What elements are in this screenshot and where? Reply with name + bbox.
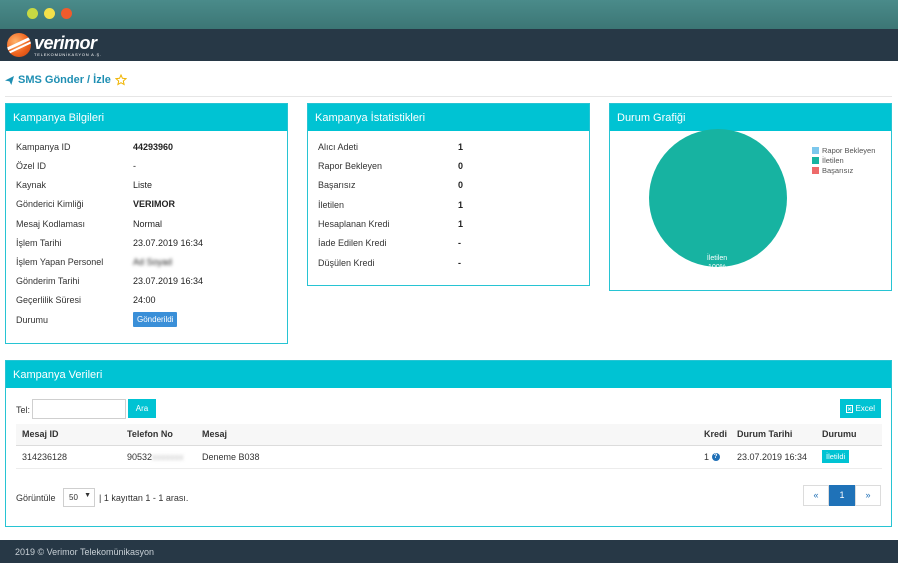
question-circle-icon[interactable]: ? [711,453,720,462]
tel-label: Tel: [16,405,31,415]
chart-legend: Rapor Bekleyen İletilen Başarısız [812,145,875,175]
legend-item[interactable]: Rapor Bekleyen [812,145,875,155]
window-chrome [0,0,898,29]
status-badge: İletildi [822,450,850,463]
legend-swatch [812,146,819,154]
phone-cell: 90532xxxxxxx [121,445,196,469]
status-chart-panel: Durum Grafiği İletilen 100% Rapor Bekley… [609,103,892,291]
message-id-cell: 314236128 [16,445,121,469]
pie-slice-iletilen[interactable] [649,129,787,267]
column-header[interactable]: Mesaj [196,424,698,446]
star-favorite-icon[interactable] [114,74,127,86]
tel-search-input[interactable] [32,399,126,419]
campaign-data-panel: Kampanya Verileri Tel: Ara Excel Mesaj I… [5,360,892,527]
credit-cell: 1 ? [698,445,731,469]
show-label: Görüntüle [16,493,56,503]
top-navbar: verimor TELEKOMÜNİKASYON A.Ş. [0,29,898,61]
pager-prev-button[interactable]: « [803,485,829,506]
brand-tagline: TELEKOMÜNİKASYON A.Ş. [34,51,102,57]
window-maximize-button[interactable] [44,8,55,19]
footer: 2019 © Verimor Telekomünikasyon [0,540,898,563]
page-title: SMS Gönder / İzle [5,74,127,86]
brand-logo[interactable]: verimor TELEKOMÜNİKASYON A.Ş. [7,32,102,58]
legend-item[interactable]: Başarısız [812,165,875,175]
logo-ball-icon [7,33,31,57]
table-row[interactable]: 314236128 90532xxxxxxx Deneme B038 1 ? 2… [16,445,882,469]
panel-title: Kampanya İstatistikleri [308,104,589,131]
column-header[interactable]: Durumu [816,424,882,446]
window-close-button[interactable] [61,8,72,19]
pager-page-button[interactable]: 1 [829,485,855,506]
panel-title: Kampanya Verileri [6,361,891,388]
footer-copyright: 2019 © Verimor Telekomünikasyon [15,547,155,557]
campaign-info-panel: Kampanya Bilgileri Kampanya ID 44293960 Ö… [5,103,288,344]
page-title-text: SMS Gönder / İzle [18,74,111,86]
legend-item[interactable]: İletilen [812,155,875,165]
divider [5,96,892,97]
brand-name: verimor [34,32,97,53]
record-info: | 1 kayıttan 1 - 1 arası. [99,493,189,503]
column-header[interactable]: Durum Tarihi [731,424,816,446]
file-excel-icon [846,404,854,413]
search-button[interactable]: Ara [128,399,156,418]
excel-label: Excel [855,404,875,413]
pagination: « 1 » [803,485,881,506]
status-badge: Gönderildi [133,312,178,327]
column-header[interactable]: Telefon No [121,424,196,446]
status-date-cell: 23.07.2019 16:34 [731,445,816,469]
pie-data-label: İletilen 100% [706,255,728,271]
legend-swatch [812,166,819,174]
chevron-down-icon: ▼ [84,492,91,499]
column-header[interactable]: Mesaj ID [16,424,121,446]
message-cell: Deneme B038 [196,445,698,469]
status-cell: İletildi [816,445,882,469]
legend-swatch [812,156,819,164]
paper-plane-icon [5,75,14,85]
campaign-stats-panel: Kampanya İstatistikleri Alıcı Adeti 1 Rap… [307,103,590,286]
campaign-data-table: Mesaj ID Telefon No Mesaj Kredi Durum Ta… [16,424,882,469]
table-header-row: Mesaj ID Telefon No Mesaj Kredi Durum Ta… [16,424,882,446]
pager-next-button[interactable]: » [855,485,881,506]
page-size-select[interactable]: 50 ▼ [63,488,95,507]
column-header[interactable]: Kredi [698,424,731,446]
excel-export-button[interactable]: Excel [840,399,881,418]
panel-title: Durum Grafiği [610,104,891,131]
panel-title: Kampanya Bilgileri [6,104,287,131]
window-minimize-button[interactable] [27,8,38,19]
